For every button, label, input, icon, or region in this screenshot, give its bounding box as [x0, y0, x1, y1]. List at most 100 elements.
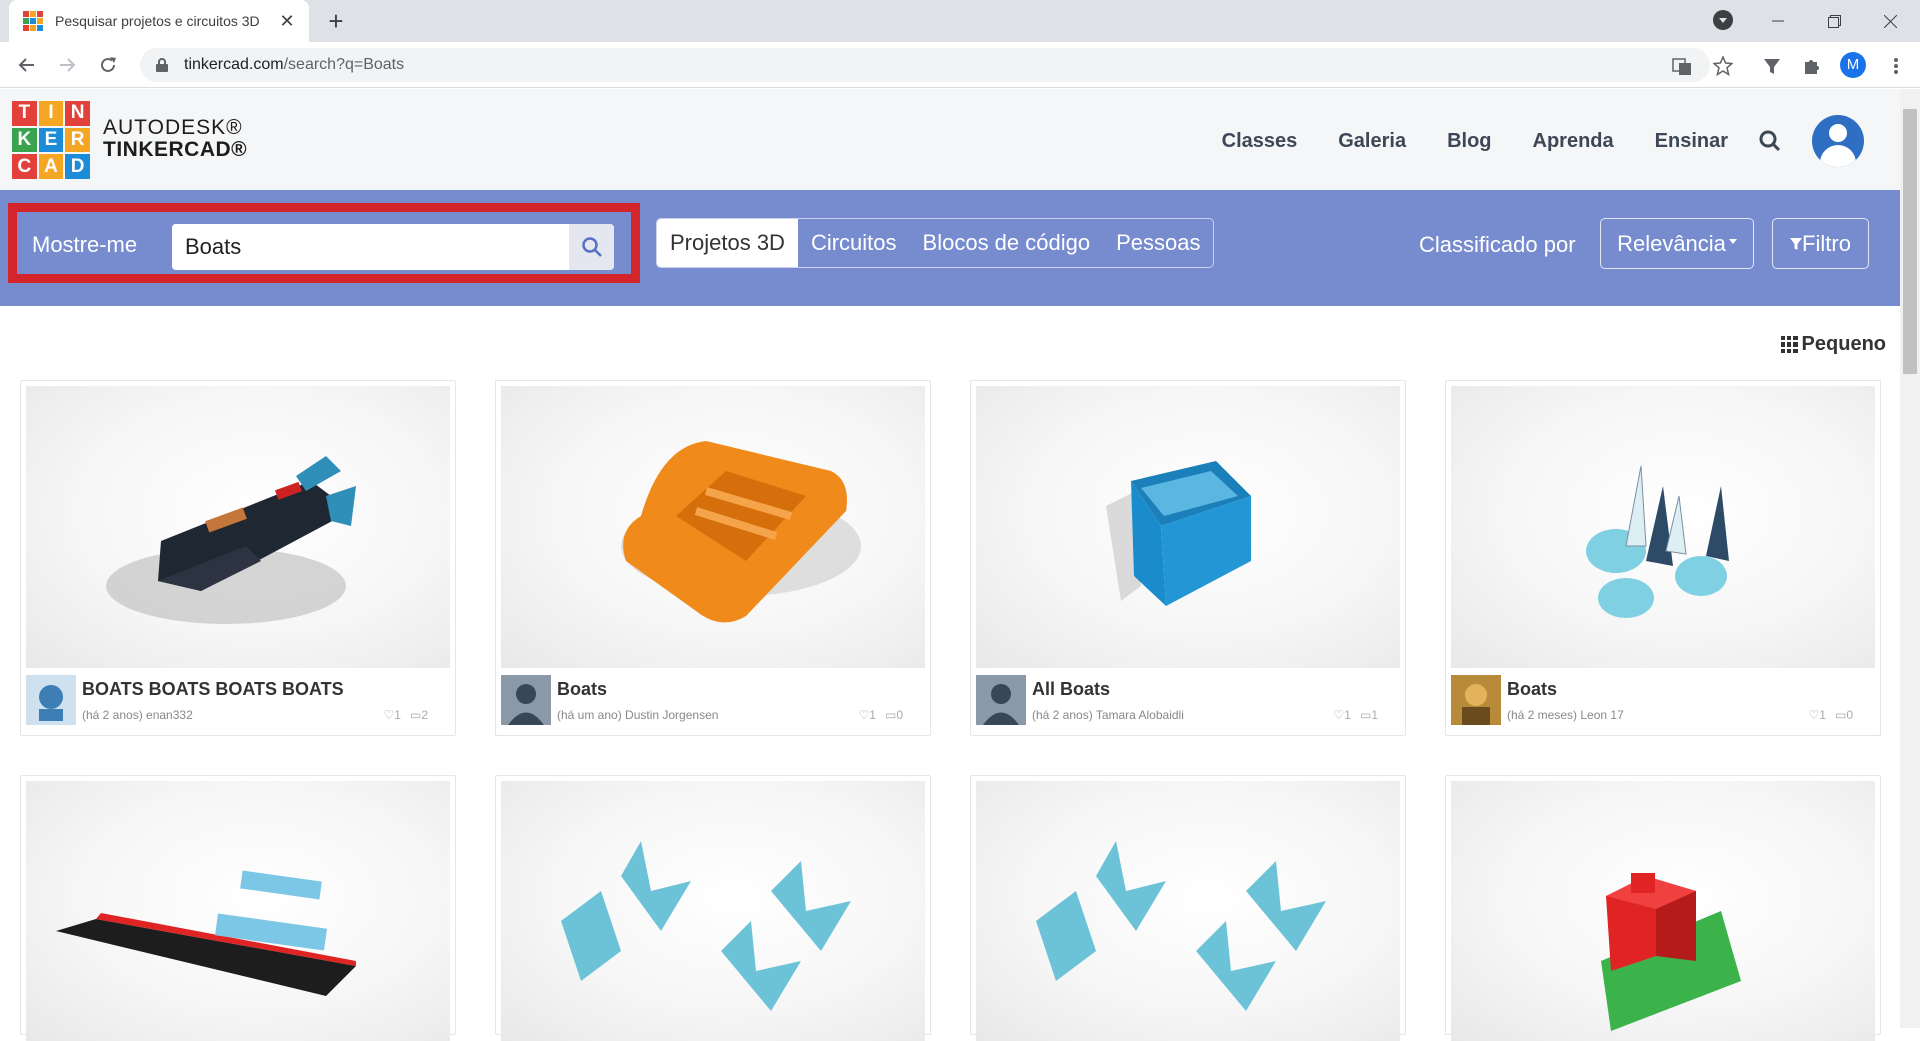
- search-field: [172, 224, 614, 270]
- logo-letter-tile: E: [38, 127, 64, 153]
- restore-button[interactable]: [1806, 0, 1862, 42]
- extensions-puzzle-icon[interactable]: [1800, 54, 1824, 78]
- project-thumbnail-blue-chairs[interactable]: [501, 781, 925, 1041]
- nav-ensinar[interactable]: Ensinar: [1655, 130, 1728, 153]
- project-meta: Boats (há 2 meses) Leon 17 ♡1 ▭0: [1451, 671, 1875, 725]
- comment-count: ▭0: [884, 708, 903, 722]
- address-bar[interactable]: tinkercad.com/search?q=Boats: [140, 48, 1710, 82]
- minimize-icon: [1772, 20, 1784, 22]
- tab-pessoas[interactable]: Pessoas: [1103, 219, 1213, 267]
- logo-letter-tile: D: [65, 154, 90, 179]
- project-thumbnail-long-boat[interactable]: [26, 781, 450, 1041]
- view-size-toggle[interactable]: Pequeno: [1780, 333, 1886, 356]
- project-card[interactable]: Boats (há um ano) Dustin Jorgensen ♡1 ▭0: [495, 380, 931, 736]
- nav-galeria[interactable]: Galeria: [1338, 130, 1406, 153]
- browser-tab-strip: Pesquisar projetos e circuitos 3D ✕ +: [0, 0, 1920, 42]
- filter-icon: [1790, 237, 1803, 250]
- brand-wordmark[interactable]: AUTODESK® TINKERCAD®: [103, 117, 247, 161]
- close-window-button[interactable]: [1862, 0, 1918, 42]
- search-icon: [581, 237, 602, 257]
- nav-classes[interactable]: Classes: [1222, 130, 1298, 153]
- user-avatar[interactable]: [1812, 115, 1864, 167]
- search-input[interactable]: [172, 224, 569, 270]
- project-card[interactable]: All Boats (há 2 anos) Tamara Alobaidli ♡…: [970, 380, 1406, 736]
- user-avatar-photo[interactable]: [1451, 675, 1501, 725]
- project-stats: ♡1 ▭2: [384, 708, 428, 722]
- browser-profile-avatar[interactable]: M: [1840, 52, 1866, 78]
- search-icon[interactable]: [1758, 129, 1782, 153]
- site-header: TIN KER CAD AUTODESK® TINKERCAD® Classes G…: [0, 89, 1900, 190]
- project-thumbnail-orange-raft[interactable]: [501, 386, 925, 668]
- project-stats: ♡1 ▭1: [1334, 708, 1378, 722]
- project-thumbnail-red-box-green-base[interactable]: [1451, 781, 1875, 1041]
- logo-letter-tile: I: [38, 101, 64, 126]
- comment-icon: ▭: [1834, 708, 1847, 722]
- url-text: tinkercad.com/search?q=Boats: [184, 56, 405, 73]
- project-card[interactable]: BOATS BOATS BOATS BOATS (há 2 anos) enan…: [20, 380, 456, 736]
- project-thumbnail-black-boat[interactable]: [26, 386, 450, 668]
- project-meta: All Boats (há 2 anos) Tamara Alobaidli ♡…: [976, 671, 1400, 725]
- project-card[interactable]: [970, 775, 1406, 1041]
- like-count: ♡1: [1808, 708, 1826, 722]
- tab-search-icon[interactable]: [1713, 10, 1733, 30]
- new-tab-button[interactable]: +: [322, 8, 350, 36]
- translate-icon[interactable]: [1670, 54, 1694, 78]
- tab-circuitos[interactable]: Circuitos: [798, 219, 910, 267]
- tab-projetos-3d[interactable]: Projetos 3D: [657, 219, 798, 267]
- project-thumbnail-blue-box[interactable]: [976, 386, 1400, 668]
- browser-toolbar: tinkercad.com/search?q=Boats M: [0, 42, 1920, 88]
- comment-count: ▭2: [409, 708, 428, 722]
- comment-count: ▭0: [1834, 708, 1853, 722]
- tab-blocos-de-codigo[interactable]: Blocos de código: [910, 219, 1104, 267]
- comment-icon: ▭: [1359, 708, 1372, 722]
- nav-blog[interactable]: Blog: [1447, 130, 1491, 153]
- project-thumbnail-sailboats[interactable]: [1451, 386, 1875, 668]
- search-submit-button[interactable]: [569, 224, 614, 270]
- browser-tab[interactable]: Pesquisar projetos e circuitos 3D ✕: [9, 0, 309, 42]
- user-avatar-default[interactable]: [501, 675, 551, 725]
- project-meta: Boats (há um ano) Dustin Jorgensen ♡1 ▭0: [501, 671, 925, 725]
- minimize-button[interactable]: [1750, 0, 1806, 42]
- extension-funnel-icon[interactable]: [1760, 54, 1784, 78]
- forward-button[interactable]: [53, 51, 81, 79]
- project-title[interactable]: Boats: [557, 679, 607, 700]
- project-title[interactable]: BOATS BOATS BOATS BOATS: [82, 679, 344, 700]
- browser-menu-icon[interactable]: [1884, 54, 1908, 78]
- scrollbar-thumb[interactable]: [1903, 109, 1917, 374]
- arrow-right-icon: [60, 58, 76, 72]
- tinkercad-favicon-icon: [23, 11, 43, 31]
- project-subtitle: (há 2 meses) Leon 17: [1507, 708, 1624, 722]
- heart-icon: ♡: [858, 708, 870, 722]
- project-card[interactable]: Boats (há 2 meses) Leon 17 ♡1 ▭0: [1445, 380, 1881, 736]
- bookmark-star-icon[interactable]: [1711, 54, 1735, 78]
- page-scrollbar[interactable]: [1900, 89, 1920, 1028]
- project-subtitle: (há 2 anos) Tamara Alobaidli: [1032, 708, 1184, 722]
- logo-letter-tile: N: [65, 101, 90, 126]
- back-button[interactable]: [13, 51, 41, 79]
- logo-letter-tile: C: [12, 154, 37, 179]
- comment-icon: ▭: [409, 708, 422, 722]
- show-me-label: Mostre-me: [32, 232, 138, 257]
- restore-icon: [1827, 14, 1841, 28]
- user-avatar-default[interactable]: [976, 675, 1026, 725]
- tinkercad-logo[interactable]: TIN KER CAD: [12, 101, 90, 179]
- filter-button[interactable]: Filtro: [1772, 218, 1869, 269]
- tab-close-icon[interactable]: ✕: [277, 11, 297, 31]
- sort-label: Classificado por: [1419, 232, 1576, 257]
- reload-button[interactable]: [94, 51, 122, 79]
- user-avatar-robot[interactable]: [26, 675, 76, 725]
- project-card[interactable]: [1445, 775, 1881, 1041]
- heart-icon: ♡: [383, 708, 395, 722]
- project-card[interactable]: [20, 775, 456, 1041]
- logo-letter-tile: A: [38, 154, 64, 179]
- project-title[interactable]: All Boats: [1032, 679, 1110, 700]
- project-title[interactable]: Boats: [1507, 679, 1557, 700]
- heart-icon: ♡: [1333, 708, 1345, 722]
- project-subtitle: (há 2 anos) enan332: [82, 708, 193, 722]
- project-thumbnail-blue-chairs[interactable]: [976, 781, 1400, 1041]
- nav-aprenda[interactable]: Aprenda: [1533, 130, 1614, 153]
- sort-dropdown[interactable]: Relevância: [1600, 218, 1754, 269]
- project-subtitle: (há um ano) Dustin Jorgensen: [557, 708, 719, 722]
- brand-line-autodesk: AUTODESK®: [103, 116, 243, 139]
- project-card[interactable]: [495, 775, 931, 1041]
